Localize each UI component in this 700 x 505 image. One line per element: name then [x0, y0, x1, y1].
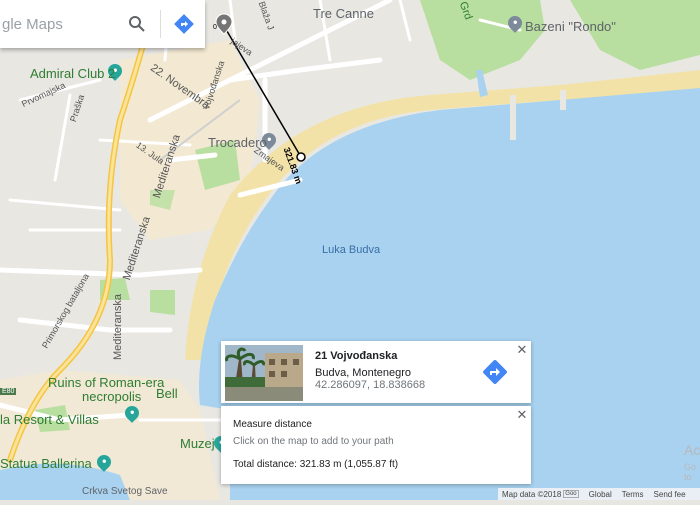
measure-hint: Click on the map to add to your path [233, 436, 394, 447]
place-card-close-icon[interactable]: ✕ [515, 343, 529, 357]
place-coordinates[interactable]: 42.286097, 18.838668 [315, 379, 425, 391]
poi-admiral-label[interactable]: Admiral Club 2 [30, 66, 115, 81]
poi-bell-label[interactable]: Bell [156, 386, 178, 401]
send-feedback-link[interactable]: Send fee [654, 490, 686, 499]
measure-card: Measure distance Click on the map to add… [221, 406, 531, 484]
measure-start-tick: 0 [213, 24, 217, 31]
search-box[interactable]: gle Maps [0, 0, 205, 48]
place-photo[interactable] [225, 345, 303, 401]
search-icon[interactable] [122, 9, 152, 39]
poi-muzej-label[interactable]: Muzej [180, 436, 215, 451]
measure-title: Measure distance [233, 419, 312, 430]
place-directions-icon[interactable] [481, 358, 509, 386]
map-footer: Map data ©2018 Goo Global Terms Send fee [498, 488, 700, 500]
activate-watermark: Act [684, 442, 700, 458]
measure-card-close-icon[interactable]: ✕ [515, 408, 529, 422]
poi-ruins-label-1[interactable]: Ruins of Roman-era [48, 375, 164, 390]
poi-statua-label[interactable]: Statua Ballerina [0, 456, 92, 471]
place-subtitle: Budva, Montenegro [315, 367, 412, 379]
search-divider [160, 10, 161, 38]
map-data-attribution: Map data ©2018 [502, 489, 562, 499]
place-title: 21 Vojvođanska [315, 350, 398, 362]
water-label: Luka Budva [322, 244, 381, 256]
road-shield-e80: E80 [0, 388, 17, 395]
poi-resort-label[interactable]: la Resort & Villas [0, 412, 99, 427]
directions-icon[interactable] [169, 9, 199, 39]
poi-ruins-label-2[interactable]: necropolis [82, 389, 141, 404]
measure-total-distance: Total distance: 321.83 m (1,055.87 ft) [233, 459, 399, 470]
global-link[interactable]: Global [589, 490, 612, 499]
place-card[interactable]: 21 Vojvođanska Budva, Montenegro 42.2860… [221, 341, 531, 403]
search-input[interactable]: gle Maps [2, 16, 122, 33]
poi-crkva-label[interactable]: Crkva Svetog Save [82, 486, 168, 497]
activate-watermark-sub: Go to [684, 462, 697, 482]
street-mediteranska-label-3: Mediteranska [112, 293, 124, 360]
scale-box: Goo [563, 490, 579, 498]
measure-endpoint [296, 152, 306, 162]
terms-link[interactable]: Terms [622, 490, 644, 499]
poi-bazeni-label[interactable]: Bazeni "Rondo" [525, 19, 616, 34]
poi-tre-canne-label[interactable]: Tre Canne [313, 6, 374, 21]
